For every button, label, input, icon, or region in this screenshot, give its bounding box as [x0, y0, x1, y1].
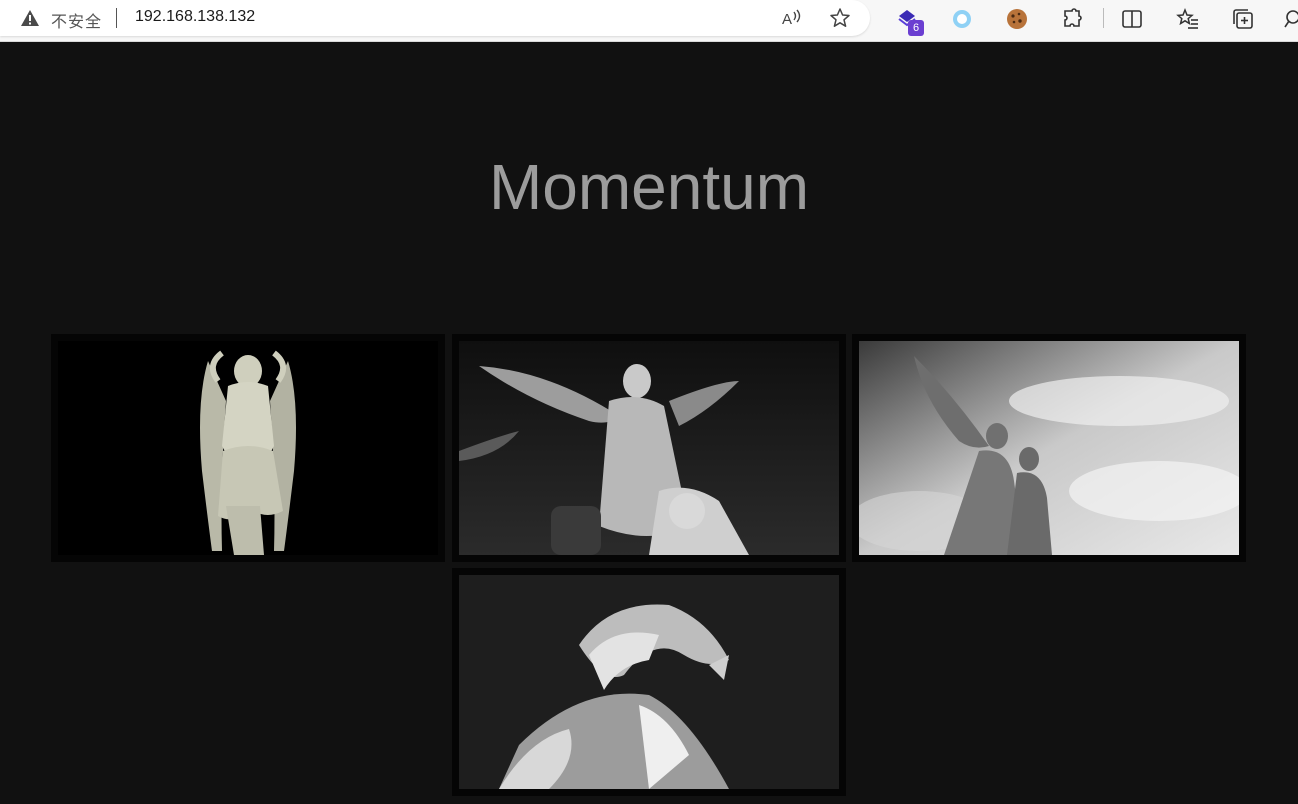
favorites-list-icon[interactable] [1176, 7, 1200, 31]
extension-badge: 6 [908, 20, 924, 36]
statue-image [58, 341, 438, 555]
read-aloud-icon[interactable]: A [780, 7, 802, 29]
statue-image [459, 575, 839, 789]
url-text[interactable]: 192.168.138.132 [135, 8, 255, 26]
address-bar[interactable]: 不安全 192.168.138.132 A [0, 0, 870, 36]
gallery-image-1[interactable] [51, 334, 445, 562]
extension-circle-icon[interactable] [950, 7, 974, 31]
statue-image [459, 341, 839, 555]
gallery-image-4[interactable] [452, 568, 846, 796]
browser-toolbar: 不安全 192.168.138.132 A 6 [0, 0, 1298, 42]
collections-icon[interactable] [1231, 7, 1255, 31]
gallery-image-3[interactable] [852, 334, 1246, 562]
page-title: Momentum [488, 151, 810, 223]
statue-image [859, 341, 1239, 555]
security-label[interactable]: 不安全 [51, 8, 102, 32]
favorite-star-icon[interactable] [829, 7, 851, 29]
gallery-image-2[interactable] [452, 334, 846, 562]
svg-text:A: A [782, 11, 792, 28]
extensions-puzzle-icon[interactable] [1060, 7, 1084, 31]
warning-icon[interactable] [20, 8, 40, 28]
toolbar-divider [1103, 8, 1104, 28]
address-separator [116, 8, 117, 28]
more-icon[interactable] [1283, 7, 1298, 31]
cookie-icon[interactable] [1005, 7, 1029, 31]
split-screen-icon[interactable] [1120, 7, 1144, 31]
